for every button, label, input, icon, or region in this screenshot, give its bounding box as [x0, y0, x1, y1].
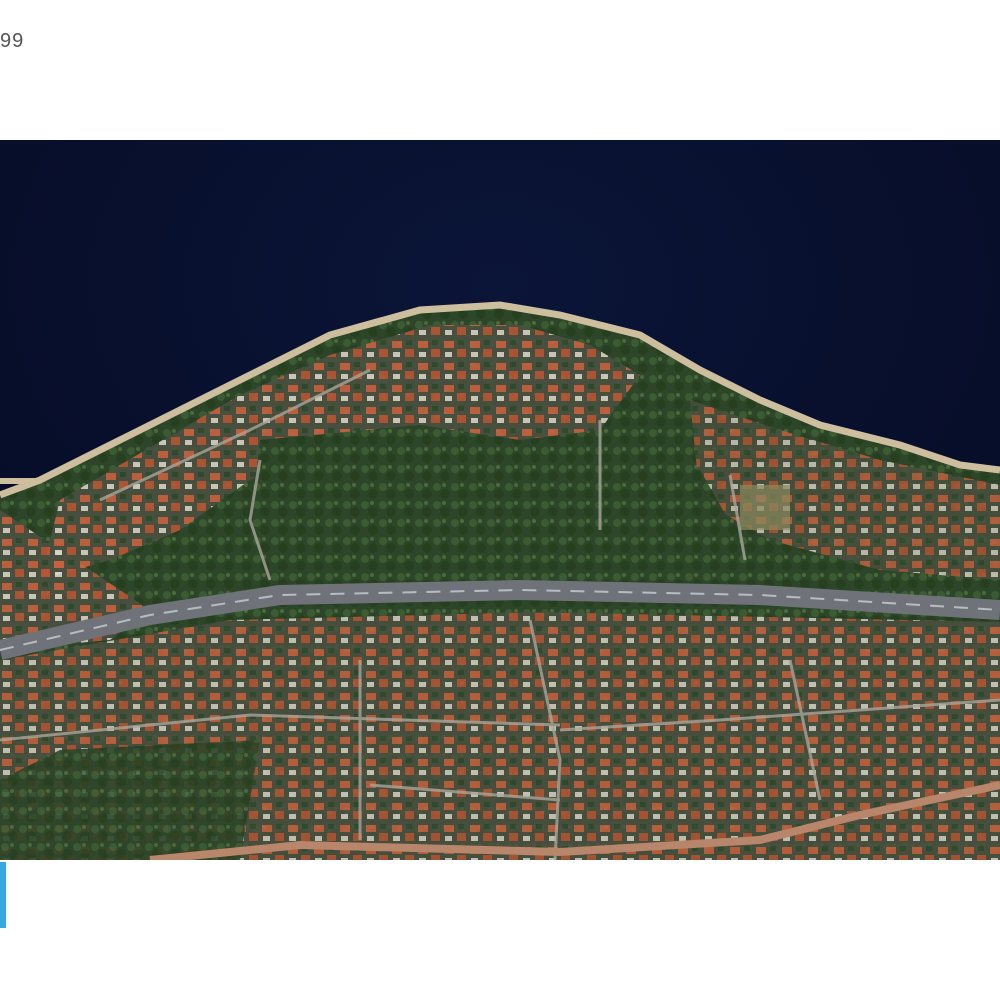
satellite-map[interactable] [0, 140, 1000, 860]
pier [0, 478, 36, 484]
open-field [740, 485, 790, 530]
corner-label: 99 [0, 30, 25, 52]
satellite-image [0, 140, 1000, 860]
park-green-area [250, 425, 560, 585]
side-accent-tab [0, 862, 6, 928]
